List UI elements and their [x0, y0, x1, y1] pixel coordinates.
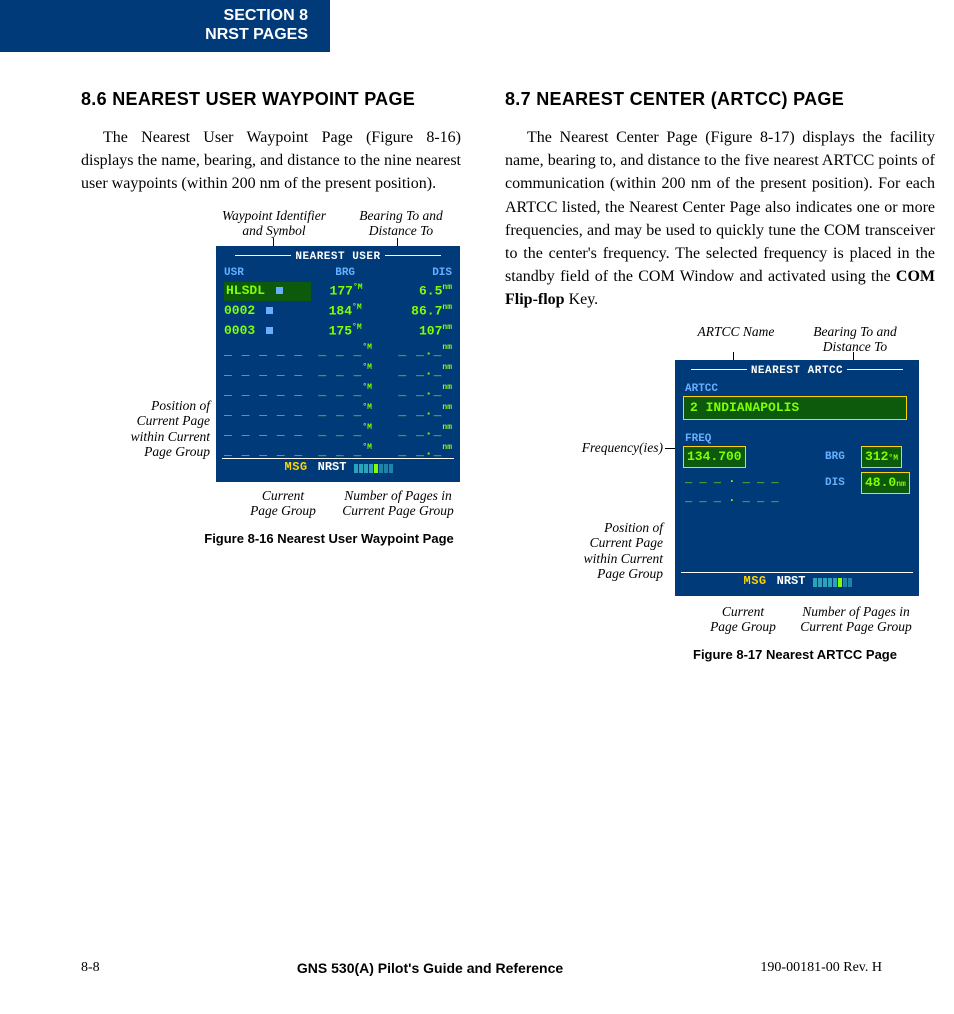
gps-title: NEAREST USER [216, 250, 460, 266]
page-position-indicator [354, 464, 393, 473]
hdr-usr: USR [224, 266, 310, 282]
hdr-dis: DIS [381, 266, 452, 282]
callout-position: Position of Current Page within Current … [110, 398, 210, 460]
page-group-label: NRST [316, 459, 349, 476]
callout-cpg: Current Page Group [243, 488, 323, 519]
callout-brgdis-17: Bearing To and Distance To [805, 324, 905, 355]
waypoint-symbol-icon [266, 307, 273, 314]
table-row: HLSDL 177°M 6.5nm [224, 282, 452, 302]
page-number: 8-8 [81, 958, 100, 978]
table-row: _ _ _ _ __ _ _°M_ _._nm [224, 342, 452, 362]
table-row: _ _ _ _ __ _ _°M_ _._nm [224, 402, 452, 422]
gps-footer: MSG NRST [222, 458, 454, 476]
callout-wpident: Waypoint Identifier and Symbol [219, 208, 329, 239]
right-column: 8.7 NEAREST CENTER (ARTCC) PAGE The Near… [505, 86, 935, 674]
content-columns: 8.6 NEAREST USER WAYPOINT PAGE The Neare… [81, 86, 882, 674]
para-87-a: The Nearest Center Page (Figure 8-17) di… [505, 129, 935, 285]
table-row: 0002 184°M 86.7nm [224, 302, 452, 322]
waypoint-symbol-icon [266, 327, 273, 334]
artcc-name-field: 2 INDIANAPOLIS [683, 396, 907, 421]
brg-value: 312°M [861, 446, 902, 469]
section-line2: NRST PAGES [0, 25, 308, 44]
figure-8-16: Waypoint Identifier and Symbol Bearing T… [81, 208, 461, 548]
callout-artcc-name: ARTCC Name [691, 324, 781, 340]
gps-nearest-artcc-screen: NEAREST ARTCC ARTCC 2 INDIANAPOLIS FREQ … [675, 360, 919, 596]
msg-annunciator-17: MSG [742, 573, 769, 590]
callout-cpg-17: Current Page Group [703, 604, 783, 635]
gps-footer-17: MSG NRST [681, 572, 913, 590]
gps-title-17: NEAREST ARTCC [675, 364, 919, 380]
section-line1: SECTION 8 [0, 6, 308, 25]
para-86-text: The Nearest User Waypoint Page (Figure 8… [81, 129, 461, 192]
heading-87: 8.7 NEAREST CENTER (ARTCC) PAGE [505, 86, 935, 112]
callout-npg-17: Number of Pages in Current Page Group [791, 604, 921, 635]
msg-annunciator: MSG [283, 459, 310, 476]
freq-blank-list: _ _ _ . _ _ _ _ _ _ . _ _ _ [685, 470, 779, 508]
waypoint-symbol-icon [276, 287, 283, 294]
callout-freq: Frequency(ies) [563, 440, 663, 456]
para-87-c: Key. [565, 291, 599, 308]
page-group-label-17: NRST [775, 573, 808, 590]
section-header-tab: SECTION 8 NRST PAGES [0, 0, 330, 52]
page-position-indicator-17 [813, 578, 852, 587]
table-row: _ _ _ _ __ _ _°M_ _._nm [224, 362, 452, 382]
gps-header-row: USR BRG DIS [224, 266, 452, 282]
gps-nearest-user-screen: NEAREST USER USR BRG DIS HLSDL 177°M 6.5… [216, 246, 460, 482]
table-row: _ _ _ _ __ _ _°M_ _._nm [224, 422, 452, 442]
doc-title: GNS 530(A) Pilot's Guide and Reference [297, 958, 563, 978]
gps-data-rows: HLSDL 177°M 6.5nm 0002 184°M 86.7nm 0003… [224, 282, 452, 462]
page-footer: 8-8 GNS 530(A) Pilot's Guide and Referen… [81, 958, 882, 978]
dis-label: DIS [825, 476, 845, 492]
dis-value: 48.0nm [861, 472, 910, 495]
figure-8-17: ARTCC Name Bearing To and Distance To Fr… [505, 324, 935, 674]
figure-caption-16: Figure 8-16 Nearest User Waypoint Page [197, 530, 461, 549]
hdr-brg: BRG [310, 266, 381, 282]
para-86: The Nearest User Waypoint Page (Figure 8… [81, 126, 461, 196]
callout-brgdis: Bearing To and Distance To [351, 208, 451, 239]
figure-caption-17: Figure 8-17 Nearest ARTCC Page [655, 646, 935, 665]
doc-revision: 190-00181-00 Rev. H [760, 958, 882, 978]
callout-npg: Number of Pages in Current Page Group [333, 488, 463, 519]
heading-86: 8.6 NEAREST USER WAYPOINT PAGE [81, 86, 461, 112]
callout-position-17: Position of Current Page within Current … [563, 520, 663, 582]
freq-value: 134.700 [683, 446, 746, 469]
brg-label: BRG [825, 450, 845, 466]
para-87: The Nearest Center Page (Figure 8-17) di… [505, 126, 935, 312]
table-row: _ _ _ _ __ _ _°M_ _._nm [224, 382, 452, 402]
table-row: 0003 175°M 107nm [224, 322, 452, 342]
left-column: 8.6 NEAREST USER WAYPOINT PAGE The Neare… [81, 86, 461, 674]
